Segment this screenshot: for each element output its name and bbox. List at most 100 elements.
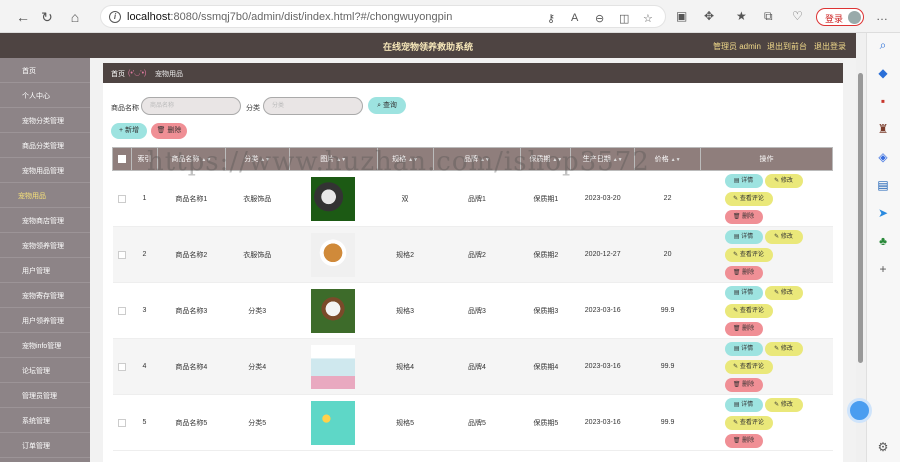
logout-link[interactable]: 退出登录: [814, 41, 846, 52]
app-header: 在线宠物领养救助系统 管理员 admin 退出到前台 退出登录: [0, 33, 856, 58]
edit-button[interactable]: ✎ 修改: [764, 397, 803, 412]
pencil-icon: ✎: [774, 401, 780, 408]
view-comments-button[interactable]: ✎ 查看评论: [724, 415, 773, 430]
outlook-icon[interactable]: ▤: [875, 177, 891, 193]
view-comments-button[interactable]: ✎ 查看评论: [724, 359, 773, 374]
document-icon: ▤: [733, 289, 740, 296]
detail-button[interactable]: ▤ 详情: [724, 397, 763, 412]
row-checkbox[interactable]: [117, 250, 126, 259]
site-info-icon[interactable]: i: [109, 11, 121, 23]
bulk-delete-button[interactable]: 🗑 删除: [151, 123, 187, 139]
row-checkbox[interactable]: [117, 306, 126, 315]
sidebar-item-user-adoption[interactable]: 用户领养管理: [0, 308, 90, 333]
query-button[interactable]: ⌕ 查询: [368, 97, 406, 114]
floating-action-button[interactable]: [847, 398, 872, 423]
sidebar-item-pet-store[interactable]: 宠物商店管理: [0, 208, 90, 233]
edit-button[interactable]: ✎ 修改: [764, 285, 803, 300]
sort-icon[interactable]: ▲▼: [671, 157, 681, 163]
sidebar-item-pet-supplies[interactable]: 宠物用品管理: [0, 158, 90, 183]
profile-sync-icon[interactable]: ♡: [792, 9, 803, 23]
copilot-icon[interactable]: ◈: [875, 149, 891, 165]
home-icon[interactable]: ⌂: [66, 8, 84, 26]
delete-button[interactable]: 🗑 删除: [724, 265, 763, 280]
extensions-icon[interactable]: ✥: [704, 9, 714, 23]
sidebar-item-users[interactable]: 用户管理: [0, 258, 90, 283]
view-comments-button[interactable]: ✎ 查看评论: [724, 247, 773, 262]
favorites-icon[interactable]: ★: [736, 9, 747, 23]
trash-icon: 🗑: [156, 127, 166, 134]
breadcrumb-home[interactable]: 首页: [111, 69, 125, 79]
category-filter-input[interactable]: 分类: [263, 97, 363, 115]
reader-view-icon[interactable]: ◫: [619, 12, 629, 25]
sidebar-item-pet-boarding[interactable]: 宠物寄存管理: [0, 283, 90, 308]
delete-button[interactable]: 🗑 删除: [724, 433, 763, 448]
login-button[interactable]: 登录: [816, 8, 864, 26]
zoom-icon[interactable]: ⊖: [595, 12, 604, 25]
sidebar-item-forum[interactable]: 论坛管理: [0, 358, 90, 383]
cell-production-date: 2023-03-16: [570, 282, 635, 339]
row-checkbox[interactable]: [117, 362, 126, 371]
cell-price: 99.9: [634, 394, 701, 451]
add-button[interactable]: + 新增: [111, 123, 147, 139]
detail-button[interactable]: ▤ 详情: [724, 173, 763, 188]
row-select-cell[interactable]: [112, 338, 132, 395]
document-icon: ▤: [733, 401, 740, 408]
sidebar-item-pet-adoption[interactable]: 宠物领养管理: [0, 233, 90, 258]
send-icon[interactable]: ➤: [875, 205, 891, 221]
sidebar-item-admins[interactable]: 管理员管理: [0, 383, 90, 408]
delete-button[interactable]: 🗑 删除: [724, 377, 763, 392]
row-select-cell[interactable]: [112, 282, 132, 339]
row-select-cell[interactable]: [112, 394, 132, 451]
reload-icon[interactable]: ↻: [38, 8, 56, 26]
cell-spec: 规格5: [377, 394, 433, 451]
view-comments-button[interactable]: ✎ 查看评论: [724, 303, 773, 318]
delete-button[interactable]: 🗑 删除: [724, 321, 763, 336]
sidebar-item-profile[interactable]: 个人中心: [0, 83, 90, 108]
detail-button[interactable]: ▤ 详情: [724, 229, 763, 244]
tree-icon[interactable]: ♣: [875, 233, 891, 249]
shopping-tag-icon[interactable]: ◆: [875, 65, 891, 81]
front-link[interactable]: 退出到前台: [767, 41, 807, 52]
cell-name: 商品名称3: [157, 282, 226, 339]
toolbox-icon[interactable]: ▪: [875, 93, 891, 109]
row-select-cell[interactable]: [112, 226, 132, 283]
pencil-icon: ✎: [774, 289, 780, 296]
scrollbar-thumb[interactable]: [858, 73, 863, 363]
add-icon[interactable]: +: [875, 261, 891, 277]
cell-actions: ▤ 详情 ✎ 修改 ✎ 查看评论 🗑 删除: [700, 338, 833, 395]
back-icon[interactable]: ←: [14, 8, 32, 26]
cell-price: 99.9: [634, 338, 701, 395]
sidebar-subitem-pet-supplies[interactable]: 宠物用品: [0, 183, 90, 208]
read-aloud-icon[interactable]: A: [571, 12, 578, 24]
sidebar-item-system[interactable]: 系统管理: [0, 408, 90, 433]
detail-button[interactable]: ▤ 详情: [724, 285, 763, 300]
edit-button[interactable]: ✎ 修改: [764, 341, 803, 356]
key-icon[interactable]: ⚷: [547, 12, 555, 25]
collections-icon[interactable]: ▣: [676, 9, 687, 23]
delete-button[interactable]: 🗑 删除: [724, 209, 763, 224]
edit-button[interactable]: ✎ 修改: [764, 173, 803, 188]
sidebar-item-pet-info[interactable]: 宠物info管理: [0, 333, 90, 358]
name-filter-input[interactable]: 商品名称: [141, 97, 241, 115]
chess-icon[interactable]: ♜: [875, 121, 891, 137]
more-icon[interactable]: …: [876, 9, 888, 23]
cell-category: 分类4: [225, 338, 290, 395]
row-select-cell[interactable]: [112, 170, 132, 227]
favorite-add-icon[interactable]: ☆: [643, 12, 653, 25]
search-icon[interactable]: ⌕: [875, 37, 891, 53]
sidebar-item-label: 用户管理: [22, 268, 50, 275]
address-bar[interactable]: i localhost:8080/ssmqj7b0/admin/dist/ind…: [100, 5, 666, 28]
collections-alt-icon[interactable]: ⧉: [764, 9, 773, 23]
select-all-header[interactable]: [112, 147, 132, 171]
select-all-checkbox[interactable]: [117, 155, 126, 163]
edit-button[interactable]: ✎ 修改: [764, 229, 803, 244]
row-checkbox[interactable]: [117, 194, 126, 203]
sidebar-item-pet-category[interactable]: 宠物分类管理: [0, 108, 90, 133]
settings-icon[interactable]: ⚙: [875, 439, 891, 455]
row-checkbox[interactable]: [117, 418, 126, 427]
view-comments-button[interactable]: ✎ 查看评论: [724, 191, 773, 206]
sidebar-item-orders[interactable]: 订单管理: [0, 433, 90, 458]
sidebar-item-product-category[interactable]: 商品分类管理: [0, 133, 90, 158]
detail-button[interactable]: ▤ 详情: [724, 341, 763, 356]
sidebar-item-home[interactable]: 首页: [0, 58, 90, 83]
